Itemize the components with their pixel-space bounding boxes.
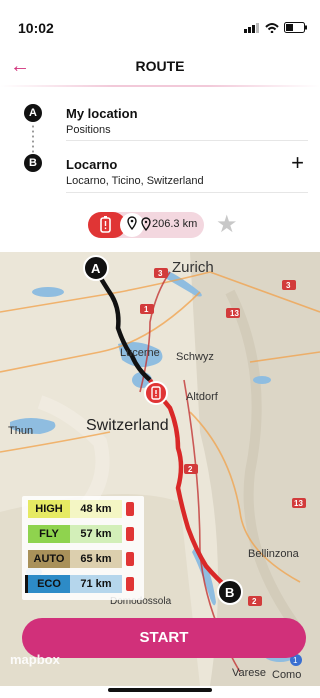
- svg-text:1: 1: [144, 305, 149, 314]
- mode-legend: HIGH 48 km FLY 57 km AUTO 65 km ECO 71 k…: [22, 496, 144, 600]
- add-stop-button[interactable]: +: [291, 152, 304, 174]
- legend-name: ECO: [28, 575, 70, 593]
- svg-text:2: 2: [252, 597, 257, 606]
- legend-value: 71 km: [70, 575, 122, 593]
- map-label-varese: Varese: [232, 667, 266, 679]
- start-marker: A: [83, 255, 109, 281]
- destination-name: Locarno: [66, 157, 118, 172]
- battery-icon: [284, 22, 307, 33]
- svg-text:13: 13: [294, 499, 303, 508]
- map-label-como: Como: [272, 669, 301, 681]
- charging-stop-marker[interactable]: [144, 381, 168, 405]
- map-label-schwyz: Schwyz: [176, 351, 214, 363]
- map-label-altdorf: Altdorf: [186, 391, 219, 403]
- status-time: 10:02: [18, 20, 54, 36]
- wifi-icon: [265, 22, 279, 33]
- svg-text:B: B: [225, 585, 234, 600]
- battery-warning-icon: [126, 577, 134, 591]
- map-label-switzerland: Switzerland: [86, 417, 169, 434]
- status-bar: 10:02: [0, 0, 320, 44]
- svg-text:A: A: [91, 261, 101, 276]
- signal-icon: [244, 22, 259, 33]
- start-button[interactable]: START: [22, 618, 306, 658]
- legend-row-eco[interactable]: ECO 71 km: [25, 575, 122, 593]
- mapbox-logo: mapbox: [10, 652, 60, 667]
- page-title: ROUTE: [135, 58, 185, 74]
- status-icons: [244, 22, 308, 33]
- destination-pin-icon: [141, 217, 151, 232]
- legend-row-fly[interactable]: FLY 57 km: [28, 525, 122, 543]
- divider: [66, 192, 308, 193]
- route-distance: 206.3 km: [152, 218, 198, 230]
- legend-value: 57 km: [70, 525, 122, 543]
- origin-sub: Positions: [66, 124, 111, 136]
- svg-text:13: 13: [230, 309, 239, 318]
- battery-warning-icon: [126, 527, 134, 541]
- route-connector: [32, 124, 34, 158]
- divider: [66, 140, 308, 141]
- map-label-bellinzona: Bellinzona: [248, 548, 300, 560]
- legend-name: HIGH: [28, 500, 70, 518]
- svg-text:3: 3: [158, 269, 163, 278]
- legend-name: AUTO: [28, 550, 70, 568]
- svg-text:2: 2: [188, 465, 193, 474]
- route-summary-pill[interactable]: 206.3 km: [88, 212, 204, 238]
- legend-value: 65 km: [70, 550, 122, 568]
- map-label-thun: Thun: [8, 425, 33, 437]
- battery-warning-icon: [126, 502, 134, 516]
- legend-value: 48 km: [70, 500, 122, 518]
- svg-text:1: 1: [293, 656, 298, 665]
- legend-row-auto[interactable]: AUTO 65 km: [28, 550, 122, 568]
- end-marker: B: [217, 579, 243, 605]
- navigation-bar: ← ROUTE: [0, 52, 320, 84]
- destination-sub: Locarno, Ticino, Switzerland: [66, 175, 204, 187]
- home-indicator: [108, 688, 212, 692]
- header-divider: [0, 85, 320, 87]
- destination-badge: B: [24, 154, 42, 172]
- map-label-zurich: Zurich: [172, 259, 214, 276]
- favorite-star-icon[interactable]: ★: [216, 212, 238, 238]
- legend-name: FLY: [28, 525, 70, 543]
- map-label-lucerne: Lucerne: [120, 347, 160, 359]
- legend-row-high[interactable]: HIGH 48 km: [28, 500, 122, 518]
- origin-name: My location: [66, 106, 138, 121]
- battery-warning-icon: [126, 552, 134, 566]
- svg-text:3: 3: [286, 281, 291, 290]
- origin-badge: A: [24, 104, 42, 122]
